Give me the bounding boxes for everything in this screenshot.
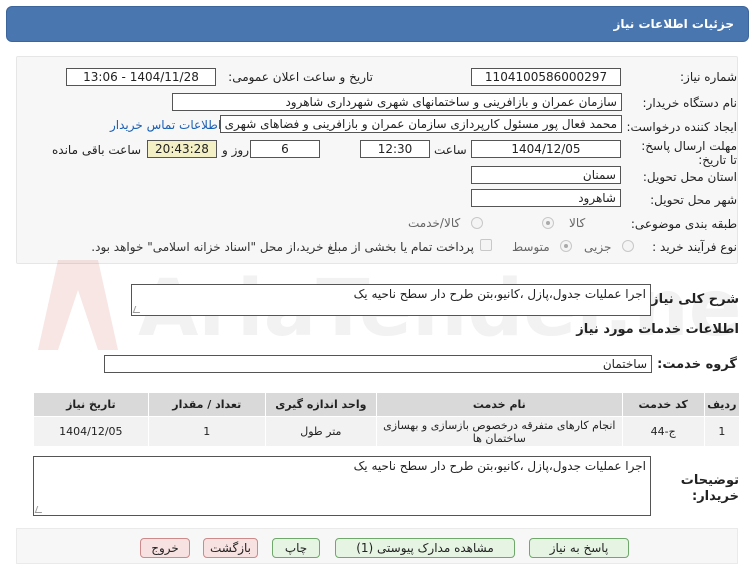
days-field: 6: [250, 140, 320, 158]
summary-label: شرح کلی نیاز:: [645, 292, 739, 307]
buyer-org-label: نام دستگاه خریدار:: [642, 96, 738, 110]
process-partial-label: جزیی: [584, 240, 612, 254]
remaining-time-field: 20:43:28: [147, 140, 217, 158]
deadline-date-field: 1404/12/05: [471, 140, 621, 158]
creator-label: ایجاد کننده درخواست:: [626, 120, 737, 134]
province-field: سمنان: [471, 166, 621, 184]
city-label: شهر محل تحویل:: [650, 193, 737, 207]
resize-grip-icon[interactable]: [34, 506, 45, 513]
services-section-title: اطلاعات خدمات مورد نیاز: [576, 322, 739, 337]
reply-button[interactable]: پاسخ به نیاز: [529, 538, 629, 558]
exit-button[interactable]: خروج: [140, 538, 190, 558]
city-field: شاهرود: [471, 189, 621, 207]
process-medium-radio[interactable]: [560, 240, 572, 252]
col-name: نام خدمت: [375, 392, 623, 417]
col-qty: تعداد / مقدار: [147, 392, 266, 417]
notes-textarea[interactable]: اجرا عملیات جدول،پازل ،کانیو،بتن طرح دار…: [33, 456, 651, 516]
col-unit: واحد اندازه گیری: [264, 392, 377, 417]
table-row: 1 ج-44 انجام کارهای متفرقه درخصوص بازساز…: [33, 416, 741, 447]
attachments-button[interactable]: مشاهده مدارک پیوستی (1): [335, 538, 515, 558]
row-service-name: انجام کارهای متفرقه درخصوص بازسازی و بهس…: [375, 416, 623, 447]
need-number-label: شماره نیاز:: [680, 70, 737, 84]
notes-text: اجرا عملیات جدول،پازل ،کانیو،بتن طرح دار…: [353, 459, 646, 473]
summary-text: اجرا عملیات جدول،پازل ،کانیو،بتن طرح دار…: [353, 287, 646, 301]
deadline-label: مهلت ارسال پاسخ: تا تاریخ:: [641, 139, 737, 167]
contact-buyer-link[interactable]: اطلاعات تماس خریدار: [110, 118, 221, 132]
row-date: 1404/12/05: [33, 416, 149, 447]
payment-note: پرداخت تمام یا بخشی از مبلغ خرید،از محل …: [91, 240, 474, 254]
col-code: کد خدمت: [621, 392, 705, 417]
row-index: 1: [703, 416, 741, 447]
row-unit: متر طول: [264, 416, 377, 447]
col-date: تاریخ نیاز: [33, 392, 149, 417]
table-header-row: ردیف کد خدمت نام خدمت واحد اندازه گیری ت…: [33, 392, 741, 417]
treasury-checkbox[interactable]: [480, 239, 492, 251]
days-label: روز و: [222, 143, 249, 157]
category-goods-label: کالا: [569, 216, 586, 230]
service-group-field: ساختمان: [104, 355, 652, 373]
process-label: نوع فرآیند خرید :: [652, 240, 737, 254]
service-group-label: گروه خدمت:: [657, 357, 737, 372]
services-table: ردیف کد خدمت نام خدمت واحد اندازه گیری ت…: [33, 392, 741, 447]
process-partial-radio[interactable]: [622, 240, 634, 252]
category-goods-service-label: کالا/خدمت: [408, 216, 461, 230]
remaining-label: ساعت باقی مانده: [52, 143, 142, 157]
row-qty: 1: [147, 416, 266, 447]
resize-grip-icon[interactable]: [132, 306, 143, 313]
info-panel: [16, 56, 738, 264]
deadline-time-label: ساعت: [434, 143, 467, 157]
category-goods-radio[interactable]: [542, 217, 554, 229]
summary-textarea[interactable]: اجرا عملیات جدول،پازل ،کانیو،بتن طرح دار…: [131, 284, 651, 316]
deadline-time-field: 12:30: [360, 140, 430, 158]
page-header: جزئیات اطلاعات نیاز: [6, 6, 749, 42]
need-number-field: 1104100586000297: [471, 68, 621, 86]
page-title: جزئیات اطلاعات نیاز: [613, 17, 734, 31]
notes-label: توضیحات خریدار:: [680, 473, 739, 504]
province-label: استان محل تحویل:: [642, 170, 737, 184]
col-index: ردیف: [703, 392, 741, 417]
category-label: طبقه بندی موضوعی:: [630, 217, 737, 231]
announce-label: تاریخ و ساعت اعلان عمومی:: [228, 70, 373, 84]
creator-field: محمد فعال پور مسئول کارپردازی سازمان عمر…: [220, 115, 622, 133]
buyer-org-field: سازمان عمران و بازافرینی و ساختمانهای شه…: [172, 93, 622, 111]
back-button[interactable]: بازگشت: [203, 538, 258, 558]
process-medium-label: متوسط: [512, 240, 550, 254]
category-goods-service-radio[interactable]: [471, 217, 483, 229]
row-code: ج-44: [621, 416, 705, 447]
print-button[interactable]: چاپ: [272, 538, 320, 558]
announce-field: 1404/11/28 - 13:06: [66, 68, 216, 86]
